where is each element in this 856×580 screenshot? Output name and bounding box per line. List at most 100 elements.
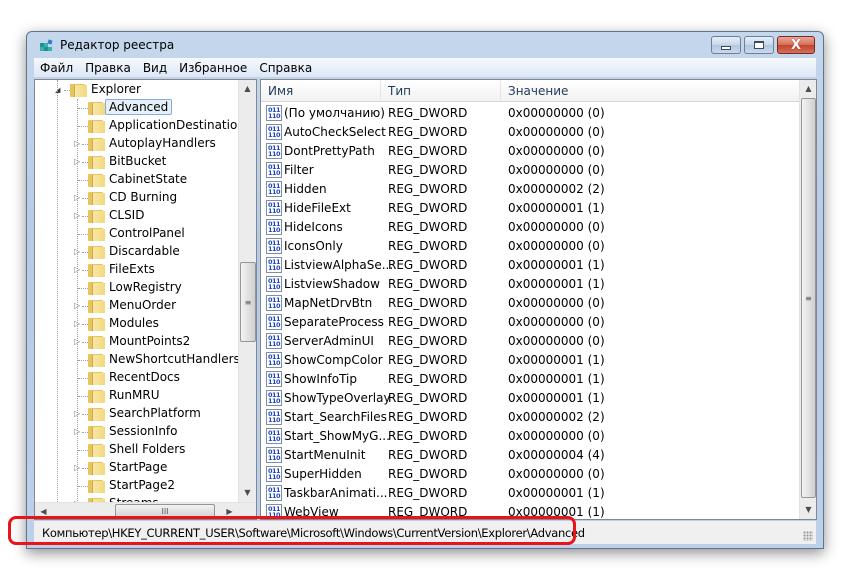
tree-scroll-thumb[interactable]: ≡ bbox=[240, 262, 256, 342]
list-row[interactable]: 011 110 IconsOnly REG_DWORD 0x00000000 (0) bbox=[261, 237, 801, 256]
maximize-icon bbox=[754, 41, 764, 49]
menu-file[interactable]: Файл bbox=[34, 61, 79, 75]
list-row[interactable]: 011 110 ShowCompColor REG_DWORD 0x00000001 … bbox=[261, 351, 801, 370]
reg-dword-icon: 011 110 bbox=[266, 352, 282, 368]
tree-item[interactable]: CabinetState bbox=[35, 171, 235, 189]
expand-arrow-icon[interactable]: ▷ bbox=[74, 212, 82, 220]
tree-item[interactable]: ▷ MenuOrder bbox=[35, 297, 235, 315]
maximize-button[interactable] bbox=[744, 36, 774, 54]
list-row[interactable]: 011 110 Start_ShowMyG... REG_DWORD 0x000000… bbox=[261, 427, 801, 446]
tree-item[interactable]: ▷ StartPage bbox=[35, 459, 235, 477]
tree-item[interactable]: RunMRU bbox=[35, 387, 235, 405]
tree-item-label: LowRegistry bbox=[109, 280, 182, 294]
list-row[interactable]: 011 110 (По умолчанию) REG_DWORD 0x00000000… bbox=[261, 104, 801, 123]
tree-item[interactable]: Shell Folders bbox=[35, 441, 235, 459]
expand-arrow-icon[interactable]: ▷ bbox=[74, 248, 82, 256]
cell-type: REG_DWORD bbox=[388, 144, 468, 158]
list-row[interactable]: 011 110 ServerAdminUI REG_DWORD 0x00000000 … bbox=[261, 332, 801, 351]
list-row[interactable]: 011 110 AutoCheckSelect REG_DWORD 0x0000000… bbox=[261, 123, 801, 142]
reg-dword-icon: 011 110 bbox=[266, 333, 282, 349]
tree-item[interactable]: LowRegistry bbox=[35, 279, 235, 297]
tree-item[interactable]: ▷ Modules bbox=[35, 315, 235, 333]
expand-arrow-icon[interactable]: ▷ bbox=[74, 302, 82, 310]
registry-tree[interactable]: ◢ Explorer Advanced ApplicationDestinations… bbox=[34, 79, 257, 520]
tree-item[interactable]: ▷ AutoplayHandlers bbox=[35, 135, 235, 153]
list-row[interactable]: 011 110 SuperHidden REG_DWORD 0x00000000 (0… bbox=[261, 465, 801, 484]
menu-favorites[interactable]: Избранное bbox=[173, 61, 253, 75]
list-row[interactable]: 011 110 MapNetDrvBtn REG_DWORD 0x00000000 (… bbox=[261, 294, 801, 313]
list-row[interactable]: 011 110 Filter REG_DWORD 0x00000000 (0) bbox=[261, 161, 801, 180]
tree-item-explorer[interactable]: ◢ Explorer bbox=[35, 81, 235, 99]
title-bar[interactable]: Редактор реестра X bbox=[27, 32, 823, 58]
list-row[interactable]: 011 110 SeparateProcess REG_DWORD 0x0000000… bbox=[261, 313, 801, 332]
close-button[interactable]: X bbox=[777, 36, 815, 54]
folder-icon bbox=[88, 461, 105, 475]
tree-item[interactable]: ▷ BitBucket bbox=[35, 153, 235, 171]
folder-icon bbox=[88, 245, 105, 259]
tree-item[interactable]: ▷ CLSID bbox=[35, 207, 235, 225]
list-row[interactable]: 011 110 ShowInfoTip REG_DWORD 0x00000001 (1… bbox=[261, 370, 801, 389]
menu-help[interactable]: Справка bbox=[253, 61, 318, 75]
list-row[interactable]: 011 110 DontPrettyPath REG_DWORD 0x00000000… bbox=[261, 142, 801, 161]
reg-dword-icon: 011 110 bbox=[266, 124, 282, 140]
column-type[interactable]: Тип bbox=[381, 80, 501, 102]
list-row[interactable]: 011 110 ListviewAlphaSe... REG_DWORD 0x0000… bbox=[261, 256, 801, 275]
cell-type: REG_DWORD bbox=[388, 106, 468, 120]
cell-name: IconsOnly bbox=[284, 239, 343, 253]
cell-type: REG_DWORD bbox=[388, 391, 468, 405]
expand-arrow-icon[interactable]: ▷ bbox=[74, 428, 82, 436]
folder-icon bbox=[88, 317, 105, 331]
folder-icon bbox=[88, 335, 105, 349]
tree-item[interactable]: ▷ SearchPlatform bbox=[35, 405, 235, 423]
menu-edit[interactable]: Правка bbox=[79, 61, 137, 75]
tree-vertical-scrollbar[interactable]: ▲ ≡ ▼ bbox=[238, 80, 256, 502]
expand-arrow-icon[interactable]: ▷ bbox=[74, 194, 82, 202]
cell-type: REG_DWORD bbox=[388, 410, 468, 424]
list-row[interactable]: 011 110 HideFileExt REG_DWORD 0x00000001 (1… bbox=[261, 199, 801, 218]
tree-item[interactable]: ▷ CD Burning bbox=[35, 189, 235, 207]
minimize-button[interactable] bbox=[711, 36, 741, 54]
expand-arrow-icon[interactable]: ▷ bbox=[74, 338, 82, 346]
values-list[interactable]: Имя Тип Значение 011 110 (По умолчанию) RE… bbox=[260, 79, 817, 520]
reg-dword-icon: 011 110 bbox=[266, 105, 282, 121]
cell-value: 0x00000000 (0) bbox=[508, 220, 605, 234]
tree-item[interactable]: ▷ SessionInfo bbox=[35, 423, 235, 441]
tree-item[interactable]: StartPage2 bbox=[35, 477, 235, 495]
list-row[interactable]: 011 110 StartMenuInit REG_DWORD 0x00000004 … bbox=[261, 446, 801, 465]
expand-arrow-icon[interactable]: ▷ bbox=[74, 266, 82, 274]
cell-value: 0x00000000 (0) bbox=[508, 334, 605, 348]
list-row[interactable]: 011 110 ShowTypeOverlay REG_DWORD 0x0000000… bbox=[261, 389, 801, 408]
column-value[interactable]: Значение bbox=[501, 80, 801, 102]
tree-item[interactable]: NewShortcutHandlers bbox=[35, 351, 240, 369]
tree-item-label: ControlPanel bbox=[109, 226, 185, 240]
tree-item[interactable]: ▷ FileExts bbox=[35, 261, 235, 279]
scroll-up-arrow-icon[interactable]: ▲ bbox=[800, 80, 816, 97]
list-scroll-thumb[interactable]: ≡ bbox=[801, 98, 816, 498]
list-vertical-scrollbar[interactable]: ▲ ≡ ▼ bbox=[799, 80, 816, 519]
list-row[interactable]: 011 110 Hidden REG_DWORD 0x00000002 (2) bbox=[261, 180, 801, 199]
scroll-down-arrow-icon[interactable]: ▼ bbox=[239, 484, 256, 501]
list-row[interactable]: 011 110 ListviewShadow REG_DWORD 0x00000001… bbox=[261, 275, 801, 294]
expand-arrow-icon[interactable]: ▷ bbox=[74, 410, 82, 418]
tree-item[interactable]: ControlPanel bbox=[35, 225, 235, 243]
menu-view[interactable]: Вид bbox=[137, 61, 173, 75]
list-row[interactable]: 011 110 TaskbarAnimati... REG_DWORD 0x00000… bbox=[261, 484, 801, 503]
expand-arrow-icon[interactable]: ▷ bbox=[74, 158, 82, 166]
expand-arrow-icon[interactable]: ▷ bbox=[74, 464, 82, 472]
tree-item[interactable]: Advanced bbox=[35, 99, 235, 117]
scroll-down-arrow-icon[interactable]: ▼ bbox=[800, 501, 816, 518]
expand-arrow-icon[interactable]: ▷ bbox=[74, 320, 82, 328]
reg-dword-icon: 011 110 bbox=[266, 447, 282, 463]
scroll-up-arrow-icon[interactable]: ▲ bbox=[239, 80, 256, 97]
tree-item[interactable]: RecentDocs bbox=[35, 369, 235, 387]
tree-item[interactable]: ▷ Discardable bbox=[35, 243, 235, 261]
tree-item[interactable]: ▷ MountPoints2 bbox=[35, 333, 235, 351]
cell-value: 0x00000001 (1) bbox=[508, 486, 605, 500]
expand-arrow-icon[interactable]: ▷ bbox=[74, 140, 82, 148]
resize-grip-icon[interactable] bbox=[803, 531, 813, 541]
list-row[interactable]: 011 110 HideIcons REG_DWORD 0x00000000 (0) bbox=[261, 218, 801, 237]
cell-name: SeparateProcess bbox=[284, 315, 384, 329]
column-name[interactable]: Имя bbox=[261, 80, 381, 102]
list-row[interactable]: 011 110 Start_SearchFiles REG_DWORD 0x00000… bbox=[261, 408, 801, 427]
tree-item[interactable]: ApplicationDestinations bbox=[35, 117, 251, 135]
